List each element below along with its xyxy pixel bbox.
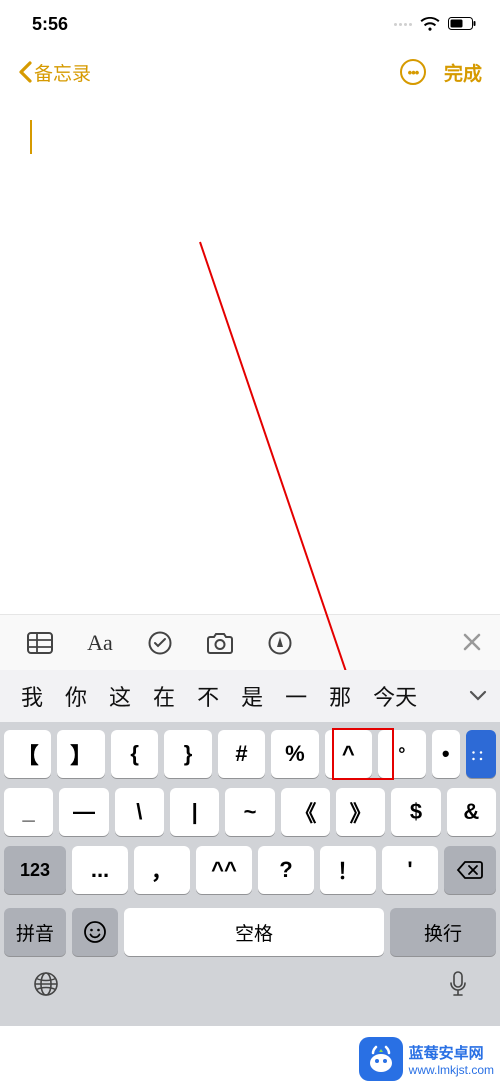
back-label: 备忘录 — [34, 59, 91, 86]
key-dollar[interactable]: $ — [391, 788, 440, 836]
mic-icon — [448, 970, 468, 998]
backspace-icon — [456, 860, 484, 880]
more-button[interactable]: ••• — [400, 59, 426, 85]
suggestion-expand[interactable] — [456, 690, 500, 702]
keyboard: 我 你 这 在 不 是 一 那 今天 【 】 { } # % ^ ° • ：： — [0, 670, 500, 1026]
key-apostrophe[interactable]: ' — [382, 846, 438, 894]
watermark: 蓝莓安卓网 www.lmkjst.com — [359, 1037, 494, 1081]
key-right-black-bracket[interactable]: 】 — [57, 730, 104, 778]
key-left-brace[interactable]: { — [111, 730, 158, 778]
note-editor[interactable] — [0, 96, 500, 614]
watermark-url: www.lmkjst.com — [409, 1063, 494, 1077]
wifi-icon — [420, 17, 440, 31]
table-button[interactable] — [10, 632, 70, 654]
key-123[interactable]: 123 — [4, 846, 66, 894]
key-underscore[interactable]: _ — [4, 788, 53, 836]
close-icon — [462, 632, 482, 652]
key-left-black-bracket[interactable]: 【 — [4, 730, 51, 778]
status-bar: 5:56 — [0, 0, 500, 48]
suggestion[interactable]: 我 — [10, 680, 54, 712]
checklist-icon — [148, 631, 172, 655]
chevron-down-icon — [469, 690, 487, 702]
battery-icon — [448, 17, 476, 31]
smiley-icon — [83, 920, 107, 944]
key-caret[interactable]: ^ — [325, 730, 372, 778]
key-left-angle[interactable]: 《 — [281, 788, 330, 836]
chevron-left-icon — [18, 61, 32, 83]
key-hash[interactable]: # — [218, 730, 265, 778]
key-pipe[interactable]: | — [170, 788, 219, 836]
watermark-logo-icon — [359, 1037, 403, 1081]
suggestion[interactable]: 不 — [186, 680, 230, 712]
camera-icon — [206, 632, 234, 654]
suggestion[interactable]: 你 — [54, 680, 98, 712]
key-caret-face[interactable]: ^^ — [196, 846, 252, 894]
key-space[interactable]: 空格 — [124, 908, 384, 956]
markup-button[interactable] — [250, 631, 310, 655]
mic-button[interactable] — [448, 970, 468, 1005]
status-time: 5:56 — [32, 14, 68, 35]
globe-icon — [32, 970, 60, 998]
key-tilde[interactable]: ~ — [225, 788, 274, 836]
key-right-brace[interactable]: } — [164, 730, 211, 778]
globe-button[interactable] — [32, 970, 60, 1005]
suggestion[interactable]: 那 — [318, 680, 362, 712]
format-button[interactable]: Aa — [70, 630, 130, 656]
suggestion[interactable]: 今天 — [362, 680, 428, 712]
keyboard-bottom-bar — [0, 964, 500, 1026]
text-cursor — [30, 120, 32, 154]
cell-signal-icon — [394, 23, 412, 26]
key-row-1: 【 】 { } # % ^ ° • ：： — [4, 730, 496, 778]
key-ellipsis[interactable]: ... — [72, 846, 128, 894]
key-degree[interactable]: ° — [378, 730, 425, 778]
key-backspace[interactable] — [444, 846, 496, 894]
suggestion[interactable]: 是 — [230, 680, 274, 712]
watermark-title: 蓝莓安卓网 — [409, 1042, 494, 1063]
key-row-space: 拼音 空格 换行 — [0, 908, 500, 964]
back-button[interactable]: 备忘录 — [18, 59, 91, 86]
key-em-dash[interactable]: — — [59, 788, 108, 836]
key-colon-dots[interactable]: ：： — [466, 730, 496, 778]
key-emoji[interactable] — [72, 908, 118, 956]
suggestion[interactable]: 一 — [274, 680, 318, 712]
suggestion[interactable]: 在 — [142, 680, 186, 712]
suggestion[interactable]: 这 — [98, 680, 142, 712]
key-question[interactable]: ? — [258, 846, 314, 894]
checklist-button[interactable] — [130, 631, 190, 655]
done-button[interactable]: 完成 — [444, 59, 482, 86]
key-right-angle[interactable]: 》 — [336, 788, 385, 836]
key-comma[interactable]: ， — [134, 846, 190, 894]
key-ampersand[interactable]: & — [447, 788, 496, 836]
toolbar-close-button[interactable] — [462, 627, 490, 659]
nav-bar: 备忘录 ••• 完成 — [0, 48, 500, 96]
camera-button[interactable] — [190, 632, 250, 654]
key-bullet[interactable]: • — [432, 730, 460, 778]
suggestion-bar: 我 你 这 在 不 是 一 那 今天 — [0, 670, 500, 722]
key-row-3: 123 ... ， ^^ ? ！ ' — [4, 846, 496, 894]
watermark-text: 蓝莓安卓网 www.lmkjst.com — [409, 1042, 494, 1077]
table-icon — [27, 632, 53, 654]
key-enter[interactable]: 换行 — [390, 908, 496, 956]
note-toolbar: Aa — [0, 614, 500, 670]
status-indicators — [394, 17, 476, 31]
key-row-2: _ — \ | ~ 《 》 $ & — [4, 788, 496, 836]
key-pinyin[interactable]: 拼音 — [4, 908, 66, 956]
key-exclaim[interactable]: ！ — [320, 846, 376, 894]
key-percent[interactable]: % — [271, 730, 318, 778]
key-backslash[interactable]: \ — [115, 788, 164, 836]
markup-icon — [268, 631, 292, 655]
